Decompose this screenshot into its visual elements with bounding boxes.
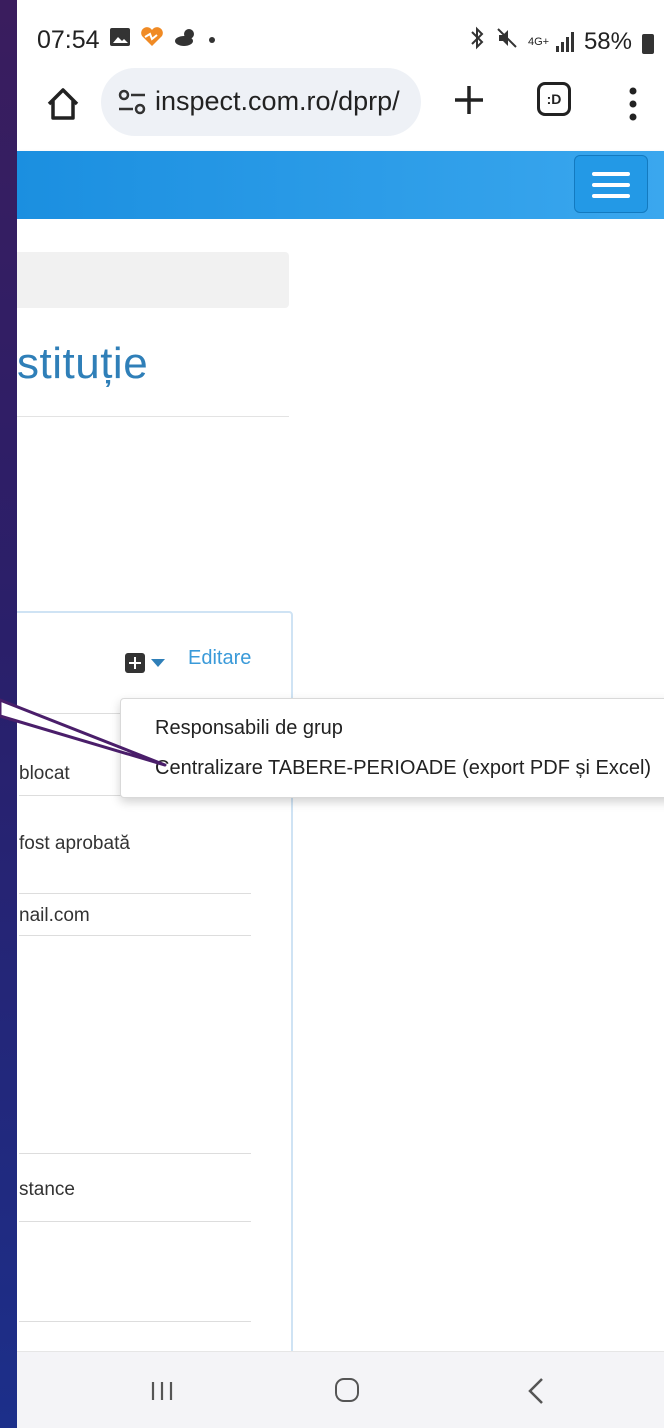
dot-icon <box>207 26 217 54</box>
phone-screen: 07:54 4G+ 58% inspect.com.ro/dprp/:D st… <box>17 0 664 1428</box>
row-divider <box>19 1221 251 1222</box>
weather-icon <box>173 26 199 54</box>
dropdown-item-centralizare[interactable]: Centralizare TABERE-PERIOADE (export PDF… <box>155 757 651 780</box>
recents-icon[interactable] <box>149 1380 175 1402</box>
plus-square-icon[interactable] <box>125 653 145 673</box>
row-email: nail.com <box>19 905 90 926</box>
network-label: 4G+ <box>527 35 550 48</box>
url-text: inspect.com.ro/dprp/ <box>155 86 400 116</box>
page-title: stituție <box>17 339 149 388</box>
site-settings-icon[interactable] <box>117 88 147 116</box>
system-nav-bar <box>17 1351 664 1428</box>
mute-icon <box>496 26 518 57</box>
hamburger-line <box>592 183 630 187</box>
notification-icons <box>109 26 217 54</box>
status-bar: 07:54 4G+ 58% <box>17 0 664 72</box>
hamburger-line <box>592 172 630 176</box>
home-nav-icon[interactable] <box>335 1378 359 1402</box>
tab-switcher-button[interactable]: :D <box>537 82 571 116</box>
home-icon[interactable] <box>43 84 83 124</box>
gallery-icon <box>109 26 131 54</box>
bluetooth-icon <box>468 26 486 57</box>
battery-label: 58% <box>583 27 632 55</box>
browser-toolbar: inspect.com.ro/dprp/ :D <box>17 68 664 150</box>
dropdown-item-responsabili[interactable]: Responsabili de grup <box>155 717 343 740</box>
title-divider <box>17 416 289 417</box>
status-right: 4G+ 58% <box>468 26 654 57</box>
site-navbar <box>17 151 664 219</box>
url-bar[interactable]: inspect.com.ro/dprp/ <box>101 68 421 136</box>
panel-tools[interactable] <box>125 653 165 673</box>
row-approval: fost aprobată <box>19 833 130 854</box>
status-time: 07:54 <box>37 26 100 54</box>
app-heart-icon <box>139 26 165 54</box>
row-divider <box>19 1153 251 1154</box>
row-divider <box>19 893 251 894</box>
breadcrumb <box>17 252 289 308</box>
actions-dropdown: Responsabili de grup Centralizare TABERE… <box>120 698 664 798</box>
new-tab-icon[interactable] <box>449 80 489 120</box>
row-divider <box>19 935 251 936</box>
row-status: blocat <box>19 763 70 784</box>
more-options-icon[interactable] <box>629 86 637 122</box>
edit-link[interactable]: Editare <box>188 647 251 670</box>
signal-icon <box>555 31 574 52</box>
row-divider <box>19 1321 251 1322</box>
row-instance: stance <box>19 1179 75 1200</box>
back-icon[interactable] <box>525 1376 547 1406</box>
caret-down-icon[interactable] <box>151 659 165 667</box>
battery-icon <box>642 33 654 54</box>
hamburger-menu-button[interactable] <box>574 155 648 213</box>
hamburger-line <box>592 194 630 198</box>
